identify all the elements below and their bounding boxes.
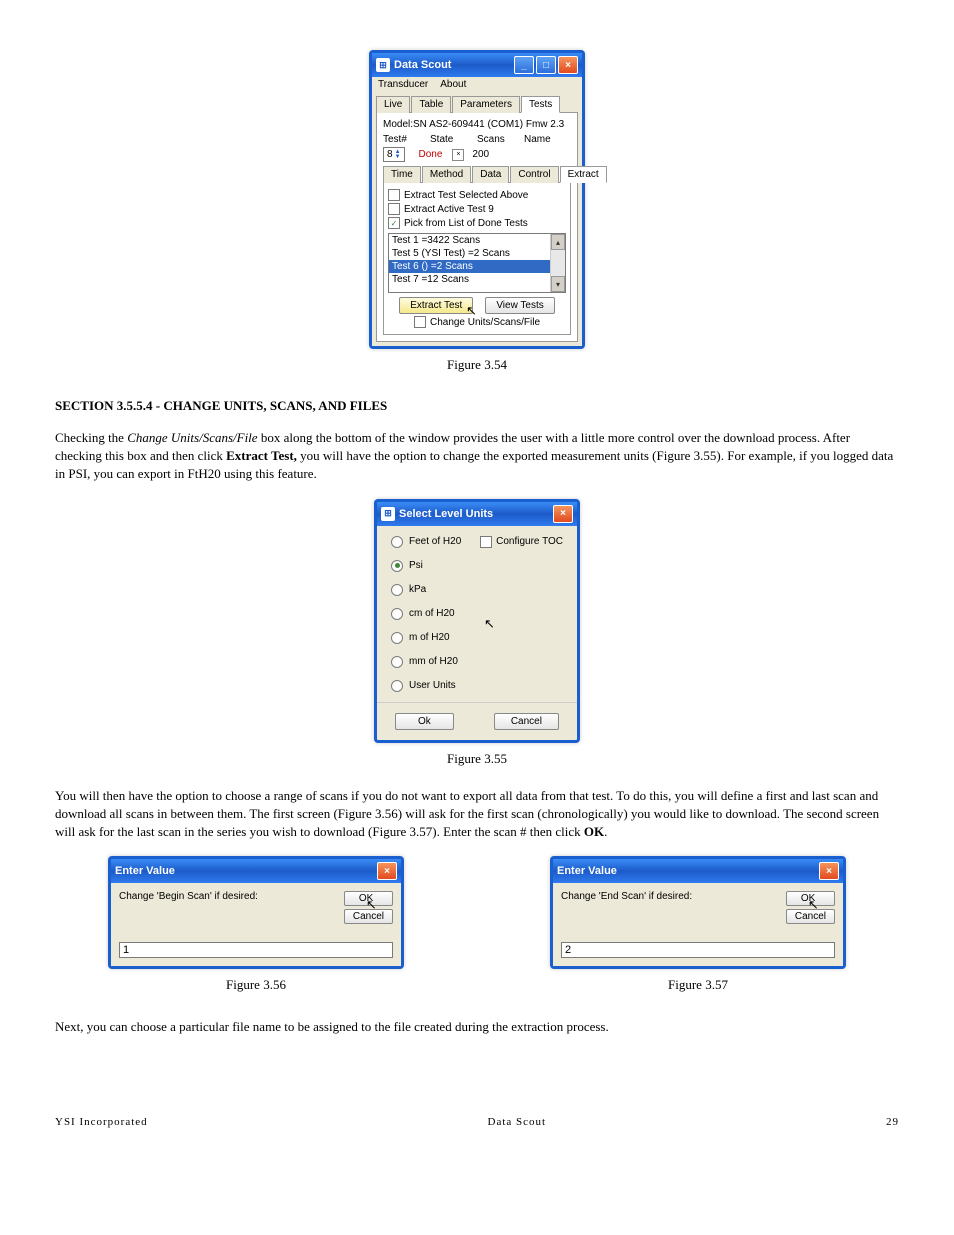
body-paragraph: You will then have the option to choose … [55, 787, 899, 842]
tab-table[interactable]: Table [411, 96, 451, 113]
chk-change-units[interactable] [414, 316, 426, 328]
tab-parameters[interactable]: Parameters [452, 96, 520, 113]
radio-feet[interactable] [391, 536, 403, 548]
menu-about[interactable]: About [440, 79, 466, 90]
tab-extract[interactable]: Extract [560, 166, 607, 183]
figure-caption: Figure 3.57 [497, 977, 899, 993]
tab-data[interactable]: Data [472, 166, 509, 183]
prompt-row: Change 'End Scan' if desired: OK Cancel … [561, 891, 835, 924]
tab-method[interactable]: Method [422, 166, 471, 183]
tab-time[interactable]: Time [383, 166, 421, 183]
clear-icon[interactable]: × [452, 149, 464, 161]
cursor-icon: ↖ [366, 897, 377, 913]
chk-pick-list[interactable]: ✓ [388, 217, 400, 229]
test-num-spinner[interactable]: 8▲▼ [383, 147, 405, 162]
radio-user[interactable] [391, 680, 403, 692]
prompt-row: Change 'Begin Scan' if desired: OK Cance… [119, 891, 393, 924]
close-icon[interactable]: × [558, 56, 578, 74]
close-icon[interactable]: × [377, 862, 397, 880]
chk-extract-selected[interactable] [388, 189, 400, 201]
list-item: Test 6 () =2 Scans [389, 260, 565, 273]
cursor-icon: ↖ [484, 616, 495, 632]
main-tabs: Live Table Parameters Tests [376, 96, 578, 113]
menubar: Transducer About [372, 77, 582, 92]
list-item: Test 5 (YSI Test) =2 Scans [389, 247, 565, 260]
radio-m[interactable] [391, 632, 403, 644]
radio-kpa[interactable] [391, 584, 403, 596]
window-title: Data Scout [394, 59, 512, 71]
tab-live[interactable]: Live [376, 96, 410, 113]
figure-caption: Figure 3.54 [55, 357, 899, 373]
figure-caption: Figure 3.56 [55, 977, 457, 993]
scans-value: 200 [472, 149, 489, 160]
titlebar[interactable]: Enter Value × [553, 859, 843, 883]
minimize-icon[interactable]: _ [514, 56, 534, 74]
list-item: Test 7 =12 Scans [389, 273, 565, 286]
footer-left: YSI Incorporated [55, 1116, 148, 1128]
menu-transducer[interactable]: Transducer [378, 79, 428, 90]
footer-center: Data Scout [488, 1116, 547, 1128]
state-value: Done [419, 149, 443, 160]
cursor-icon: ↖ [466, 303, 477, 319]
app-icon: ⊞ [376, 58, 390, 72]
ok-button[interactable]: Ok [395, 713, 454, 730]
value-input[interactable] [561, 942, 835, 958]
value-input[interactable] [119, 942, 393, 958]
data-scout-window: ⊞ Data Scout _ □ × Transducer About Live… [369, 50, 585, 349]
list-item: Test 1 =3422 Scans [389, 234, 565, 247]
scrollbar[interactable]: ▴▾ [550, 234, 565, 292]
titlebar[interactable]: Enter Value × [111, 859, 401, 883]
maximize-icon[interactable]: □ [536, 56, 556, 74]
body-paragraph: Checking the Change Units/Scans/File box… [55, 429, 899, 484]
model-line: Model:SN AS2-609441 (COM1) Fmw 2.3 [383, 119, 571, 130]
titlebar[interactable]: ⊞ Data Scout _ □ × [372, 53, 582, 77]
chk-extract-active[interactable] [388, 203, 400, 215]
page-footer: YSI Incorporated Data Scout 29 [55, 1116, 899, 1128]
extract-test-button[interactable]: Extract Test [399, 297, 473, 314]
unit-radio-group: Feet of H20 Configure TOC Psi kPa cm of … [377, 526, 577, 702]
window-title: Enter Value [115, 865, 375, 877]
window-title: Enter Value [557, 865, 817, 877]
header-row: Test# State Scans Name [383, 134, 571, 145]
radio-cm[interactable] [391, 608, 403, 620]
section-heading: SECTION 3.5.5.4 - CHANGE UNITS, SCANS, A… [55, 398, 899, 414]
cancel-button[interactable]: Cancel [494, 713, 559, 730]
window-title: Select Level Units [399, 508, 551, 520]
radio-psi[interactable] [391, 560, 403, 572]
figure-caption: Figure 3.55 [55, 751, 899, 767]
chk-configure-toc[interactable] [480, 536, 492, 548]
tab-control[interactable]: Control [510, 166, 558, 183]
close-icon[interactable]: × [819, 862, 839, 880]
cursor-icon: ↖ [808, 897, 819, 913]
body-paragraph: Next, you can choose a particular file n… [55, 1018, 899, 1036]
select-level-units-window: ⊞ Select Level Units × Feet of H20 Confi… [374, 499, 580, 743]
radio-mm[interactable] [391, 656, 403, 668]
tests-listbox[interactable]: Test 1 =3422 Scans Test 5 (YSI Test) =2 … [388, 233, 566, 293]
app-icon: ⊞ [381, 507, 395, 521]
titlebar[interactable]: ⊞ Select Level Units × [377, 502, 577, 526]
enter-value-end-window: Enter Value × Change 'End Scan' if desir… [550, 856, 846, 969]
prompt-text: Change 'End Scan' if desired: [561, 891, 692, 902]
tab-tests[interactable]: Tests [521, 96, 560, 113]
prompt-text: Change 'Begin Scan' if desired: [119, 891, 258, 902]
enter-value-begin-window: Enter Value × Change 'Begin Scan' if des… [108, 856, 404, 969]
view-tests-button[interactable]: View Tests [485, 297, 554, 314]
sub-tabs: Time Method Data Control Extract [383, 166, 571, 183]
footer-right: 29 [886, 1116, 899, 1128]
close-icon[interactable]: × [553, 505, 573, 523]
